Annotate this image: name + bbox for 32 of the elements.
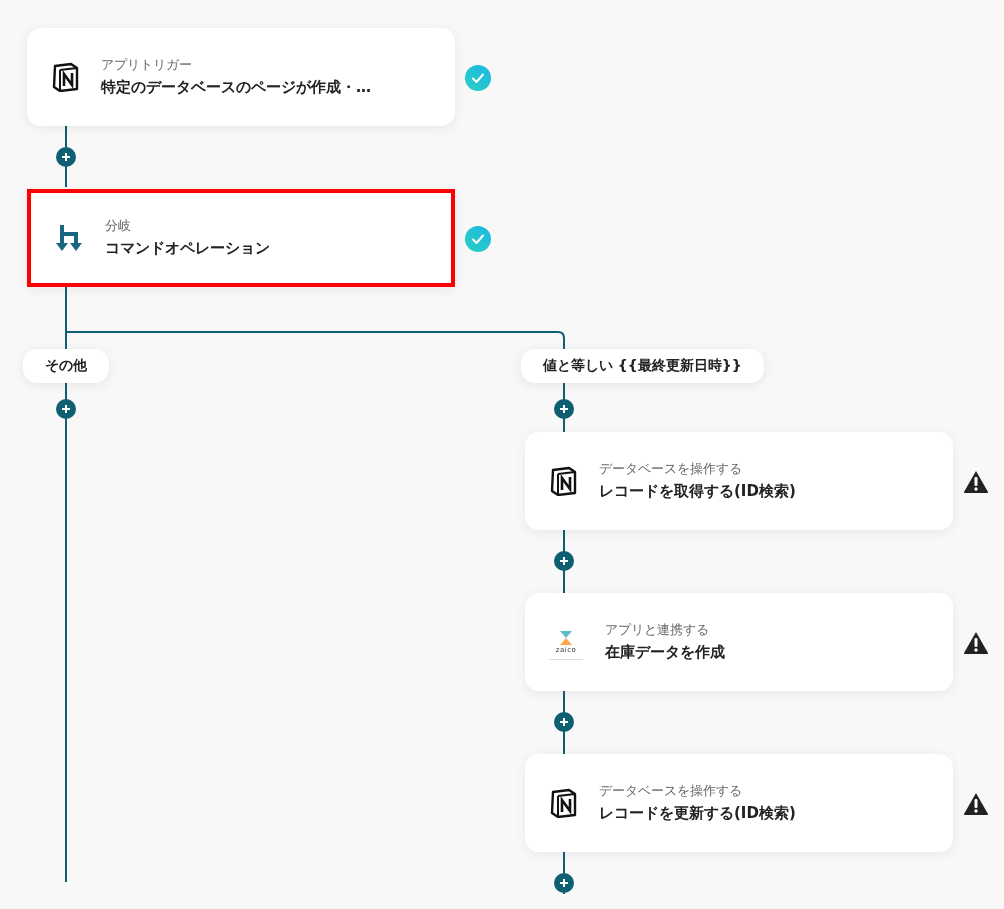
step-title: 在庫データを作成 xyxy=(605,643,725,662)
branch-arrows-icon xyxy=(55,223,83,253)
plus-icon xyxy=(559,878,569,888)
step-category: アプリと連携する xyxy=(605,622,710,639)
plus-icon xyxy=(559,556,569,566)
add-step-button[interactable] xyxy=(554,551,574,571)
step-card[interactable]: データベースを操作する レコードを更新する(ID検索) xyxy=(525,754,953,852)
step-card[interactable]: データベースを操作する レコードを取得する(ID検索) xyxy=(525,432,953,530)
plus-icon xyxy=(61,404,71,414)
step-category: データベースを操作する xyxy=(599,461,743,478)
add-step-button[interactable] xyxy=(56,399,76,419)
step-card[interactable]: アプリトリガー 特定のデータベースのページが作成・… xyxy=(27,28,455,126)
cube-logo-icon xyxy=(549,466,577,496)
step-title: 特定のデータベースのページが作成・… xyxy=(101,78,371,97)
plus-icon xyxy=(559,404,569,414)
add-step-button[interactable] xyxy=(554,399,574,419)
step-card[interactable]: 分岐 コマンドオペレーション xyxy=(27,189,455,287)
step-category: アプリトリガー xyxy=(101,57,193,74)
add-step-button[interactable] xyxy=(554,712,574,732)
step-category: データベースを操作する xyxy=(599,783,743,800)
cube-logo-icon xyxy=(549,788,577,818)
add-step-button[interactable] xyxy=(554,873,574,893)
cube-logo-icon xyxy=(51,62,79,92)
plus-icon xyxy=(559,717,569,727)
step-title: レコードを更新する(ID検索) xyxy=(599,804,796,823)
branch-label: その他 xyxy=(23,349,109,383)
step-category: 分岐 xyxy=(105,218,132,235)
step-title: コマンドオペレーション xyxy=(105,239,270,258)
step-title: レコードを取得する(ID検索) xyxy=(599,482,796,501)
branch-label: 値と等しい {{最終更新日時}} xyxy=(521,349,764,383)
add-step-button[interactable] xyxy=(56,147,76,167)
plus-icon xyxy=(61,152,71,162)
